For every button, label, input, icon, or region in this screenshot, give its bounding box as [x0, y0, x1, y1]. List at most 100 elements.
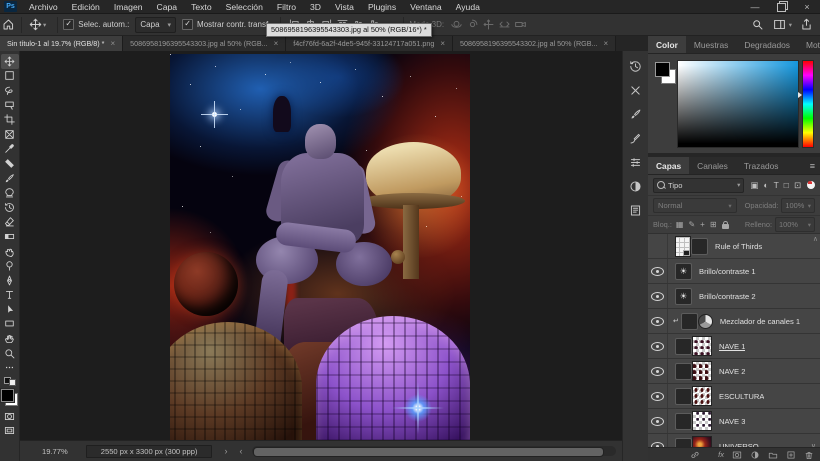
visibility-toggle[interactable] [648, 359, 668, 383]
menu-item[interactable]: Vista [328, 0, 361, 14]
close-tab-icon[interactable]: × [110, 39, 115, 48]
rectangle-tool[interactable] [1, 317, 19, 332]
fill-value[interactable]: 100% ▾ [775, 217, 815, 232]
history-brush-tool[interactable] [1, 200, 19, 215]
panel-tab[interactable]: Motivos [798, 36, 820, 53]
show-transform-checkbox[interactable]: ✓ [182, 19, 193, 30]
layer-row[interactable]: ☀ Brillo/contraste 1 [648, 259, 820, 284]
adjustment-layer-icon[interactable] [675, 438, 692, 448]
type-tool[interactable] [1, 288, 19, 303]
panel-libraries-icon[interactable] [626, 200, 646, 220]
layer-name[interactable]: Rule of Thirds [715, 242, 762, 251]
adjustment-layer-icon[interactable] [675, 338, 692, 355]
lock-position-icon[interactable]: + [700, 220, 705, 230]
layer-row[interactable]: ESCULTURA [648, 384, 820, 409]
saturation-brightness-field[interactable] [677, 60, 799, 148]
panel-brushes-icon[interactable] [626, 128, 646, 148]
lock-pixels-icon[interactable]: ✎ [688, 220, 695, 230]
visibility-toggle[interactable] [648, 334, 668, 358]
close-tab-icon[interactable]: × [604, 39, 609, 48]
menu-item[interactable]: Ventana [403, 0, 449, 14]
document-tab[interactable]: Sin título-1 al 19.7% (RGB/8) * × [0, 36, 123, 51]
filter-adjustment-icon[interactable]: ◐ [763, 180, 768, 190]
menu-item[interactable]: Filtro [270, 0, 303, 14]
panel-properties-icon[interactable] [626, 152, 646, 172]
layer-name[interactable]: NAVE 1 [719, 342, 745, 351]
clone-stamp-tool[interactable] [1, 185, 19, 200]
layer-name[interactable]: NAVE 3 [719, 417, 745, 426]
layer-row[interactable]: NAVE 1 [648, 334, 820, 359]
restore-button[interactable] [768, 0, 794, 14]
foreground-color-swatch[interactable] [655, 62, 670, 77]
layer-row[interactable]: NAVE 2 [648, 359, 820, 384]
adjustment-layer-icon[interactable] [750, 450, 760, 460]
panel-history-icon[interactable] [626, 56, 646, 76]
panel-tab[interactable]: Trazados [736, 157, 787, 174]
layer-row[interactable]: UNIVERSO ∨ [648, 434, 820, 447]
panel-tab[interactable]: Capas [648, 157, 689, 174]
visibility-toggle[interactable] [648, 259, 668, 283]
status-arrow-left-icon[interactable]: ‹ [239, 446, 242, 456]
visibility-toggle[interactable] [648, 284, 668, 308]
visibility-toggle[interactable] [648, 309, 668, 333]
menu-item[interactable]: Capa [150, 0, 185, 14]
adjustment-layer-icon[interactable] [691, 238, 708, 255]
layer-name[interactable]: NAVE 2 [719, 367, 745, 376]
marquee-tool[interactable] [1, 69, 19, 84]
gradient-tool[interactable] [1, 229, 19, 244]
dodge-tool[interactable] [1, 258, 19, 273]
adjustment-layer-icon[interactable] [681, 313, 698, 330]
new-layer-icon[interactable] [786, 450, 796, 460]
layer-name[interactable]: Brillo/contraste 2 [699, 292, 756, 301]
adjustment-layer-icon[interactable] [675, 413, 692, 430]
filter-pixel-icon[interactable]: ▣ [750, 180, 758, 190]
hand-tool[interactable] [1, 331, 19, 346]
lasso-tool[interactable] [1, 83, 19, 98]
status-arrow-right-icon[interactable]: › [224, 446, 227, 456]
menu-item[interactable]: Archivo [22, 0, 65, 14]
minimize-button[interactable]: — [742, 0, 768, 14]
quick-mask-button[interactable] [1, 409, 19, 424]
adjustment-layer-icon[interactable] [675, 388, 692, 405]
search-icon[interactable] [750, 17, 766, 33]
menu-item[interactable]: Imagen [107, 0, 150, 14]
panel-tab[interactable]: Degradados [736, 36, 798, 53]
3d-pan-icon[interactable] [480, 17, 496, 33]
close-button[interactable]: × [794, 0, 820, 14]
crop-tool[interactable] [1, 112, 19, 127]
zoom-level[interactable]: 19.77% [42, 447, 68, 456]
layer-row[interactable]: NAVE 3 [648, 409, 820, 434]
foreground-color-swatch[interactable] [1, 389, 14, 402]
pen-tool[interactable] [1, 273, 19, 288]
panel-tools-icon[interactable] [626, 80, 646, 100]
smudge-tool[interactable] [1, 244, 19, 259]
filter-shape-icon[interactable]: □ [784, 180, 789, 190]
new-group-icon[interactable] [768, 450, 778, 460]
visibility-toggle[interactable] [648, 434, 668, 447]
3d-camera-icon[interactable] [512, 17, 528, 33]
auto-select-dropdown[interactable]: Capa ▾ [135, 17, 176, 33]
layer-thumbnail[interactable] [692, 386, 712, 406]
document-tab[interactable]: 5086958196395543302.jpg al 50% (RGB... × [453, 36, 616, 51]
visibility-toggle[interactable] [648, 384, 668, 408]
menu-item[interactable]: Texto [184, 0, 219, 14]
3d-roll-icon[interactable] [464, 17, 480, 33]
scroll-up-icon[interactable]: ∧ [813, 236, 818, 243]
home-icon[interactable] [0, 17, 16, 33]
menu-item[interactable]: Edición [65, 0, 107, 14]
color-swatches[interactable] [1, 389, 18, 406]
document-tab[interactable]: 5086958196395543303.jpg al 50% (RGB... × [123, 36, 286, 51]
3d-orbit-icon[interactable] [448, 17, 464, 33]
delete-layer-icon[interactable] [804, 450, 814, 460]
canvas-viewport[interactable] [20, 51, 622, 440]
panel-adjustments-icon[interactable] [626, 176, 646, 196]
lock-all-icon[interactable] [722, 224, 729, 229]
eraser-tool[interactable] [1, 215, 19, 230]
adjustment-layer-icon[interactable]: ☀ [675, 263, 692, 280]
menu-item[interactable]: Plugins [361, 0, 403, 14]
adjustment-layer-icon[interactable] [675, 363, 692, 380]
layer-name[interactable]: ESCULTURA [719, 392, 764, 401]
layer-thumbnail[interactable] [675, 236, 691, 257]
panel-menu-icon[interactable]: ≡ [805, 157, 820, 174]
filter-toggle-icon[interactable] [807, 181, 815, 189]
